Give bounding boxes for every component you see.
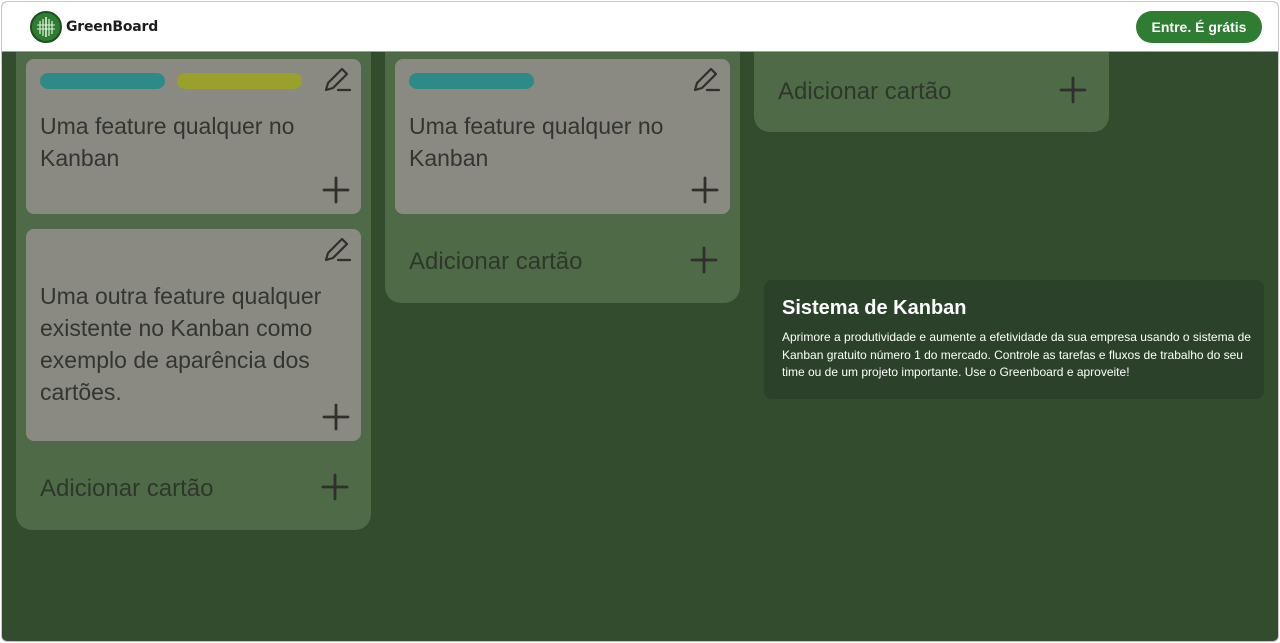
pencil-icon[interactable] xyxy=(319,233,353,267)
label-tag-teal xyxy=(409,73,534,89)
add-card-button[interactable]: Adicionar cartão xyxy=(409,240,720,280)
kanban-column-1: Uma feature qualquer no Kanban Uma outra… xyxy=(16,22,371,530)
add-card-label: Adicionar cartão xyxy=(409,248,583,275)
signup-button[interactable]: Entre. É grátis xyxy=(1136,11,1262,43)
kanban-info-panel: Sistema de Kanban Aprimore a produtivida… xyxy=(764,280,1264,399)
card-text: Uma feature qualquer no Kanban xyxy=(409,113,664,171)
plus-icon[interactable] xyxy=(319,400,353,434)
kanban-card[interactable]: Uma feature qualquer no Kanban xyxy=(395,59,730,214)
top-navbar: GreenBoard Entre. É grátis xyxy=(2,2,1278,52)
kanban-card[interactable]: Uma feature qualquer no Kanban xyxy=(26,59,361,214)
plus-icon[interactable] xyxy=(688,173,722,207)
label-tag-teal xyxy=(40,73,165,89)
plus-icon xyxy=(1059,76,1087,104)
card-text: Uma outra feature qualquer existente no … xyxy=(40,283,322,405)
plus-icon xyxy=(690,246,718,274)
info-description: Aprimore a produtividade e aumente a efe… xyxy=(782,330,1251,379)
brand-name[interactable]: GreenBoard xyxy=(66,19,158,35)
add-card-button[interactable]: Adicionar cartão xyxy=(778,70,1089,110)
kanban-card[interactable]: Uma outra feature qualquer existente no … xyxy=(26,229,361,441)
add-card-label: Adicionar cartão xyxy=(40,475,214,502)
plus-icon xyxy=(321,473,349,501)
info-title: Sistema de Kanban xyxy=(782,297,967,319)
add-card-label: Adicionar cartão xyxy=(778,78,952,105)
tree-logo-icon[interactable] xyxy=(30,11,62,43)
label-tag-yellow xyxy=(177,73,302,89)
pencil-icon[interactable] xyxy=(319,63,353,97)
kanban-board: Uma feature qualquer no Kanban Uma outra… xyxy=(2,2,1278,641)
plus-icon[interactable] xyxy=(319,173,353,207)
add-card-button[interactable]: Adicionar cartão xyxy=(40,467,351,507)
app-window: Uma feature qualquer no Kanban Uma outra… xyxy=(1,1,1279,642)
card-text: Uma feature qualquer no Kanban xyxy=(40,113,295,171)
pencil-icon[interactable] xyxy=(688,63,722,97)
kanban-column-2: Uma feature qualquer no Kanban Adicionar… xyxy=(385,22,740,303)
